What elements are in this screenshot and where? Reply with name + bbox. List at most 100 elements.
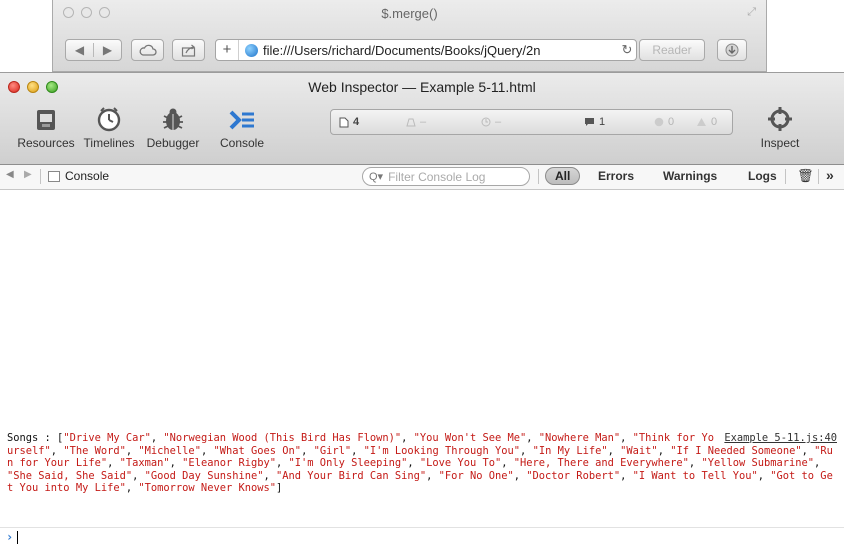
resource-size[interactable]: –: [406, 116, 426, 128]
breadcrumb[interactable]: Console: [48, 169, 109, 183]
song-string: "Tomorrow Never Knows": [138, 482, 277, 495]
song-array: "Drive My Car", "Norwegian Wood (This Bi…: [7, 432, 833, 495]
browser-title: $.merge(): [381, 6, 438, 21]
log-source-link[interactable]: Example 5-11.js:40: [724, 432, 837, 445]
breadcrumb-label: Console: [65, 169, 110, 183]
globe-icon: [245, 43, 258, 57]
song-string: "And Your Bird Can Sing": [276, 469, 427, 482]
clock-icon: [481, 117, 491, 127]
history-nav-buttons: ◀ ▶: [65, 39, 122, 61]
trash-icon[interactable]: 🗑: [797, 168, 814, 184]
song-string: "Drive My Car": [63, 432, 151, 444]
web-inspector-window: Web Inspector — Example 5-11.html Resour…: [0, 72, 844, 548]
song-string: "Here, There and Everywhere": [513, 457, 689, 470]
song-string: "Love You To": [419, 457, 502, 470]
log-count[interactable]: 1: [584, 116, 605, 128]
nav-back-icon[interactable]: ◀: [6, 169, 14, 180]
console-header-bar: ◀ ▶ Console Q▾ All Errors Warnings Logs …: [0, 165, 844, 190]
filter-console-field[interactable]: Q▾: [362, 167, 530, 186]
divider: [538, 169, 539, 184]
song-string: "Doctor Robert": [526, 469, 621, 482]
song-string: "I Want to Tell You": [632, 469, 758, 482]
stopwatch-icon: [97, 107, 121, 132]
song-string: "Norwegian Wood (This Bird Has Flown)": [163, 432, 402, 444]
divider: [785, 169, 786, 184]
url-text[interactable]: file:///Users/richard/Documents/Books/jQ…: [263, 43, 618, 58]
scope-warnings-button[interactable]: Warnings: [663, 169, 717, 183]
song-string: "Good Day Sunshine": [144, 469, 264, 482]
forward-button[interactable]: ▶: [94, 43, 121, 57]
prompt-chevron-icon: ›: [6, 530, 14, 544]
song-string: "She Said, She Said": [7, 469, 133, 482]
weight-icon: [406, 118, 416, 127]
resources-tab[interactable]: Resources: [13, 106, 79, 150]
load-time[interactable]: –: [481, 116, 501, 128]
inspector-toolbar: Web Inspector — Example 5-11.html Resour…: [0, 73, 844, 165]
song-string: "Yellow Submarine": [701, 457, 815, 470]
resources-label: Resources: [17, 136, 75, 150]
cloud-icon: [139, 44, 157, 56]
download-icon: [725, 43, 739, 57]
song-string: "The Word": [63, 444, 126, 457]
song-string: "What Goes On": [213, 444, 302, 457]
song-string: "You Won't See Me": [413, 432, 527, 444]
timelines-tab[interactable]: Timelines: [76, 106, 142, 150]
warning-icon: [697, 118, 706, 126]
debugger-label: Debugger: [146, 136, 200, 150]
inspect-tool[interactable]: Inspect: [747, 106, 813, 150]
divider: [40, 169, 41, 184]
error-count[interactable]: 0: [654, 116, 674, 128]
inspector-title: Web Inspector — Example 5-11.html: [308, 79, 536, 95]
console-label: Console: [219, 136, 265, 150]
reader-button[interactable]: Reader: [639, 39, 705, 61]
address-bar[interactable]: + file:///Users/richard/Documents/Books/…: [215, 39, 637, 61]
divider: [818, 169, 819, 184]
song-string: "I'm Looking Through You": [363, 444, 521, 457]
debugger-tab[interactable]: Debugger: [140, 106, 206, 150]
downloads-button[interactable]: [717, 39, 747, 61]
browser-window: $.merge() ⤢ ◀ ▶ + file:///Users/richard/…: [52, 0, 767, 72]
nav-forward-icon[interactable]: ▶: [24, 169, 32, 180]
search-icon[interactable]: Q▾: [369, 170, 383, 183]
scope-all-button[interactable]: All: [545, 167, 581, 185]
song-string: "If I Needed Someone": [670, 444, 802, 457]
console-output[interactable]: Example 5-11.js:40 Songs : ["Drive My Car…: [0, 190, 844, 548]
log-message: Example 5-11.js:40 Songs : ["Drive My Car…: [7, 432, 837, 495]
console-prompt[interactable]: ›: [0, 527, 844, 548]
activity-viewer: 4 – – 1 0 0: [330, 109, 733, 135]
back-button[interactable]: ◀: [66, 43, 94, 57]
error-icon: [654, 117, 664, 127]
song-string: "I'm Only Sleeping": [288, 457, 408, 470]
resource-count[interactable]: 4: [339, 116, 359, 128]
overflow-chevron-icon[interactable]: »: [826, 167, 834, 183]
bug-icon: [163, 108, 183, 130]
song-string: "Girl": [313, 444, 352, 457]
fullscreen-icon[interactable]: ⤢: [747, 6, 756, 19]
inspect-label: Inspect: [760, 136, 800, 150]
warning-count[interactable]: 0: [696, 116, 717, 128]
speech-bubble-icon: [585, 118, 594, 126]
scope-errors-button[interactable]: Errors: [598, 169, 634, 183]
song-string: "Michelle": [138, 444, 201, 457]
log-close-bracket: ]: [276, 482, 283, 495]
console-icon: [229, 110, 254, 130]
share-icon: [181, 44, 195, 57]
console-doc-icon: [48, 170, 60, 182]
resources-icon: [37, 110, 55, 130]
text-caret: [17, 531, 18, 544]
console-tab[interactable]: Console: [209, 106, 275, 150]
song-string: "Eleanor Rigby": [182, 457, 277, 470]
icloud-tabs-button[interactable]: [131, 39, 164, 61]
reload-icon[interactable]: ↻: [618, 42, 636, 58]
new-tab-button[interactable]: +: [216, 40, 239, 60]
song-string: "Nowhere Man": [538, 432, 621, 444]
timelines-label: Timelines: [83, 136, 135, 150]
scope-logs-button[interactable]: Logs: [748, 169, 777, 183]
log-label: Songs : [: [7, 432, 64, 444]
crosshair-icon: [768, 107, 792, 131]
document-icon: [339, 117, 349, 127]
song-string: "In My Life": [532, 444, 608, 457]
share-button[interactable]: [172, 39, 205, 61]
filter-console-input[interactable]: [386, 168, 521, 185]
song-string: "For No One": [438, 469, 514, 482]
